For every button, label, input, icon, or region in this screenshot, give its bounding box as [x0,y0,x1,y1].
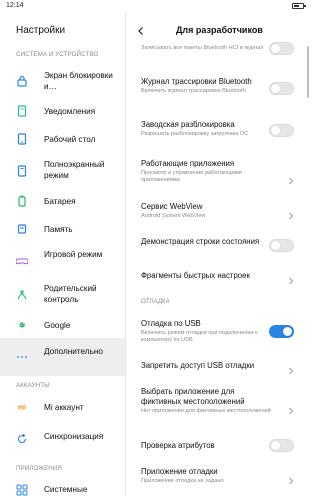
sidebar-item-memory[interactable]: Память [0,218,125,240]
setting-subtitle: Включить журнал трассировки Bluetooth [141,88,246,94]
setting-subtitle: Разрешить разблокировку загрузчика ОС [141,131,249,137]
setting-title: Приложение отладки [141,467,218,476]
toggle-switch[interactable] [269,124,294,137]
sidebar-item-label: Google [44,321,71,330]
google-icon [16,319,28,331]
setting-title: Сервис WebView [141,202,203,211]
sidebar-item-lockscreen[interactable]: Экран блокировки и… [0,66,125,96]
section-header-accounts: АККАУНТЫ [16,382,50,389]
setting-row-attr-check[interactable]: Проверка атрибутов [126,439,310,459]
back-arrow-icon[interactable] [136,23,146,35]
sidebar-item-battery[interactable]: Батарея [0,190,125,212]
page-title: Для разработчиков [176,25,263,35]
sidebar-item-game-mode[interactable]: Игровой режим [0,246,125,276]
sidebar-item-desktop[interactable]: Рабочий стол [0,128,125,150]
setting-row-bt-trace-log[interactable]: Журнал трассировки Bluetooth Включить жу… [126,75,310,109]
setting-subtitle: Просмотр и управление работающими прилож… [141,170,242,183]
toggle-switch[interactable] [269,42,294,55]
setting-row-statusbar-demo[interactable]: Демонстрация строки состояния [126,236,310,264]
sidebar-item-additional[interactable]: Дополнительно [0,338,125,376]
chevron-right-icon [288,472,294,485]
setting-subtitle: Включить режим отладки при подключении к… [141,330,258,343]
sidebar-item-label: Игровой режим [44,250,103,259]
developer-options-pane: Для разработчиков Записывать все пакеты … [126,13,310,496]
section-header-debugging: ОТЛАДКА [141,298,170,305]
battery-icon [292,3,306,9]
chevron-right-icon [288,272,294,285]
setting-row-qs-tiles[interactable]: Фрагменты быстрых настроек [126,269,310,289]
sidebar-item-mi-account[interactable]: mi Mi аккаунт [0,396,125,418]
setting-title: Заводская разблокировка [141,120,235,129]
setting-row-webview[interactable]: Сервис WebView Android System WebView [126,200,310,230]
setting-row-debug-app[interactable]: Приложение отладки Приложение отладки не… [126,465,310,495]
sidebar-item-system-apps[interactable]: Системные [0,479,125,496]
chevron-right-icon [288,362,294,375]
chevron-right-icon [288,172,294,185]
home-icon [16,133,28,145]
section-header-system: СИСТЕМА И УСТРОЙСТВО [16,51,99,58]
settings-sidebar: Настройки СИСТЕМА И УСТРОЙСТВО Экран бло… [0,13,125,496]
more-icon [16,351,28,363]
setting-subtitle: Нет приложения для фиктивных местоположе… [141,408,271,414]
sidebar-item-label: Уведомления [44,107,96,116]
sidebar-item-sync[interactable]: Синхронизация [0,424,125,454]
sidebar-item-parental-control[interactable]: Родительский контроль [0,280,125,310]
memory-icon [16,223,28,235]
sidebar-item-google[interactable]: Google [0,314,125,336]
setting-subtitle: Приложение отладки не задано [141,478,224,484]
setting-row-bt-hci-log[interactable]: Записывать все пакеты Bluetooth HCI в жу… [126,42,310,75]
setting-row-usb-debugging[interactable]: Отладка по USB Включить режим отладки пр… [126,318,310,352]
setting-title: Выбрать приложение для фиктивных местопо… [141,387,245,406]
svg-text:mi: mi [18,405,26,412]
fullscreen-icon [16,165,28,177]
battery-icon [16,195,28,207]
parental-icon [16,289,28,301]
setting-title: Запретить доступ USB отладки [141,361,255,370]
setting-row-mock-location[interactable]: Выбрать приложение для фиктивных местопо… [126,386,310,434]
setting-row-revoke-usb[interactable]: Запретить доступ USB отладки [126,359,310,379]
status-bar: 12:14 [0,0,310,13]
setting-title: Проверка атрибутов [141,441,215,450]
toggle-switch[interactable] [269,325,294,338]
sync-icon [16,433,28,445]
sidebar-item-label: Память [44,225,73,234]
game-icon [16,255,28,267]
sidebar-item-label: Рабочий стол [44,135,96,144]
toggle-switch[interactable] [269,82,294,95]
sidebar-item-label: Mi аккаунт [44,403,84,412]
sidebar-item-label: Батарея [44,197,76,206]
setting-row-oem-unlock[interactable]: Заводская разблокировка Разрешить разбло… [126,118,310,154]
setting-title: Демонстрация строки состояния [141,237,260,246]
sidebar-item-label: Полноэкранный режим [44,160,105,180]
sidebar-item-label: Дополнительно [44,347,103,356]
setting-title: Фрагменты быстрых настроек [141,271,250,280]
sidebar-item-fullscreen[interactable]: Полноэкранный режим [0,156,125,186]
section-header-apps: ПРИЛОЖЕНИЯ [16,465,62,472]
sidebar-title: Настройки [16,25,66,36]
lock-icon [16,75,28,87]
notification-icon [16,105,28,117]
setting-title: Работающие приложения [141,159,235,168]
sidebar-item-label: Системные [44,485,88,494]
setting-title: Отладка по USB [141,319,201,328]
setting-row-running-apps[interactable]: Работающие приложения Просмотр и управле… [126,158,310,198]
sidebar-item-label: Синхронизация [44,432,104,441]
chevron-right-icon [288,402,294,415]
setting-subtitle: Записывать все пакеты Bluetooth HCI в жу… [141,45,264,51]
status-time: 12:14 [6,2,24,9]
sidebar-item-label: Экран блокировки и… [44,71,113,91]
apps-icon [16,484,28,496]
setting-title: Журнал трассировки Bluetooth [141,77,252,86]
sidebar-item-notifications[interactable]: Уведомления [0,100,125,122]
sidebar-item-label: Родительский контроль [44,284,97,304]
mi-icon: mi [16,401,28,413]
setting-subtitle: Android System WebView [141,213,206,219]
chevron-right-icon [288,207,294,220]
toggle-switch[interactable] [269,439,294,452]
toggle-switch[interactable] [269,239,294,252]
